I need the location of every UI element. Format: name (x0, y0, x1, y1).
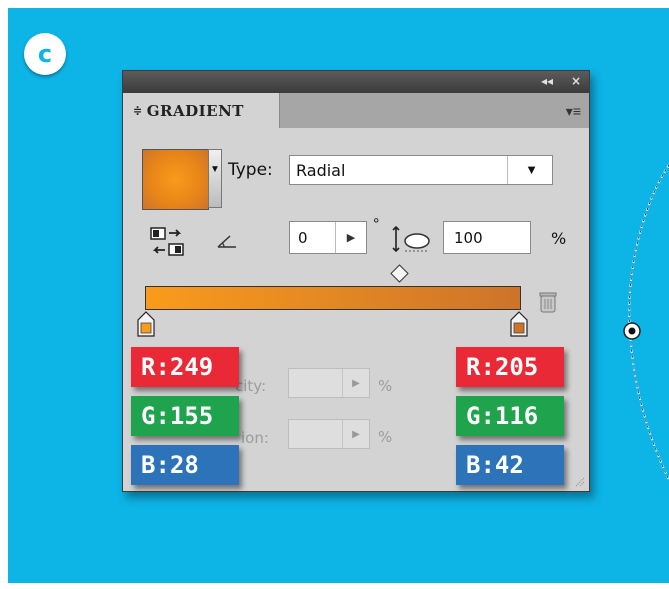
angle-value: 0 (298, 229, 308, 247)
location-field[interactable]: ▶ (288, 419, 370, 449)
gradient-slider[interactable] (145, 286, 521, 310)
type-label: Type: (228, 160, 273, 180)
type-select-value: Radial (296, 161, 346, 180)
midpoint-diamond-icon[interactable] (390, 264, 409, 283)
right-stop-green-chip: G:116 (456, 396, 564, 436)
opacity-field[interactable]: ▶ (288, 368, 370, 398)
location-stepper-icon[interactable]: ▶ (342, 420, 369, 448)
tab-gradient-label: GRADIENT (146, 101, 244, 120)
close-icon[interactable]: × (571, 74, 581, 88)
opacity-unit: % (378, 377, 393, 395)
left-stop-red-chip: R:249 (131, 347, 239, 387)
right-stop-red-chip: R:205 (456, 347, 564, 387)
right-stop-blue-chip: B:42 (456, 445, 564, 485)
opacity-stepper-icon[interactable]: ▶ (342, 369, 369, 397)
left-stop-green: G:155 (141, 402, 214, 430)
location-label: ion: (241, 429, 269, 447)
collapse-icon[interactable]: ◂◂ (541, 74, 553, 88)
aspect-ratio-icon (392, 225, 430, 253)
gradient-swatch[interactable] (142, 149, 209, 210)
aspect-percent: % (551, 229, 567, 248)
right-stop-blue: B:42 (466, 451, 524, 479)
chevron-down-icon: ▼ (210, 164, 220, 175)
location-unit: % (378, 428, 393, 446)
left-stop-blue-chip: B:28 (131, 445, 239, 485)
tab-updown-icon: ≑ (133, 104, 143, 117)
aspect-ratio-field[interactable]: 100 (443, 221, 531, 254)
reverse-gradient-icon[interactable] (149, 226, 187, 258)
angle-stepper-icon[interactable]: ▶ (335, 222, 366, 253)
degree-symbol: ° (373, 216, 380, 233)
panel-menu-icon[interactable]: ▾≡ (566, 103, 581, 120)
chevron-down-icon: ▼ (525, 162, 538, 177)
angle-icon (217, 235, 236, 248)
aspect-ratio-value: 100 (454, 229, 483, 247)
tab-gradient[interactable]: ≑ GRADIENT (123, 93, 280, 128)
left-stop-red: R:249 (141, 353, 214, 381)
gradient-stop-left[interactable] (137, 311, 155, 337)
opacity-label: city: (235, 377, 267, 395)
type-select[interactable]: Radial ▼ (289, 155, 553, 185)
left-stop-green-chip: G:155 (131, 396, 239, 436)
resize-grip-icon[interactable] (573, 475, 585, 487)
step-badge-letter: c (37, 40, 53, 68)
angle-field[interactable]: 0 ▶ (289, 221, 367, 254)
trash-icon[interactable] (537, 290, 559, 314)
gradient-stop-right[interactable] (510, 311, 528, 337)
panel-titlebar: ◂◂ × (123, 71, 589, 93)
left-stop-blue: B:28 (141, 451, 199, 479)
right-stop-green: G:116 (466, 402, 539, 430)
swatch-dropdown-button[interactable]: ▼ (208, 149, 222, 208)
panel-tab-row: ≑ GRADIENT ▾≡ (123, 93, 589, 128)
right-stop-red: R:205 (466, 353, 539, 381)
step-badge: c (24, 33, 66, 75)
